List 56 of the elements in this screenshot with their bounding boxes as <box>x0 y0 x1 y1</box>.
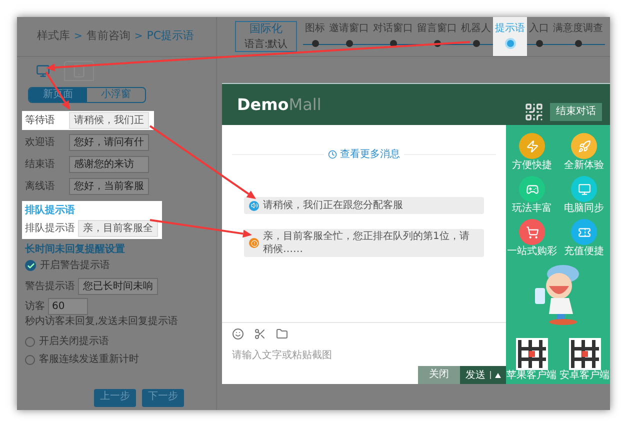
breadcrumb-separator: > <box>134 30 143 44</box>
feature-label: 玩法丰富 <box>512 202 552 215</box>
field-label: 结束语 <box>25 158 56 172</box>
radio-label: 客服连续发送重新计时 <box>39 352 139 367</box>
feature-label: 电脑同步 <box>564 202 604 215</box>
step-button[interactable]: 上一步 <box>94 389 136 407</box>
step-tab[interactable]: 提示语 <box>493 17 527 56</box>
breadcrumb-item[interactable]: 样式库 <box>37 28 70 45</box>
send-button[interactable]: 发送 <box>460 366 506 384</box>
input-field[interactable]: 亲，目前客服全 <box>78 220 158 237</box>
checkbox-label: 开启警告提示语 <box>40 258 110 273</box>
section-heading: 长时间未回复提醒设置 <box>25 242 126 257</box>
view-toggle-option[interactable]: 小浮窗 <box>87 88 145 102</box>
input-field[interactable]: 您已长时间未响 <box>78 278 158 295</box>
message-input[interactable]: 请输入文字或粘贴截图 <box>232 348 496 363</box>
language-box[interactable]: 国际化 语言:默认 <box>235 21 297 52</box>
step-button[interactable]: 下一步 <box>142 389 184 407</box>
field-label: 离线语 <box>25 180 56 194</box>
qr-code-label: 苹果客户端 <box>506 370 556 382</box>
more-messages-link[interactable]: 查看更多消息 <box>328 147 400 162</box>
end-chat-button[interactable]: 结束对话 <box>550 102 602 120</box>
step-tab[interactable]: 留言窗口 <box>415 17 459 56</box>
step-tab[interactable]: 图标 <box>303 17 327 56</box>
input-field[interactable]: 请稍候，我们正 <box>69 112 149 129</box>
breadcrumb-item[interactable]: 售前咨询 <box>86 28 130 45</box>
field-label: 欢迎语 <box>25 136 56 150</box>
field-label: 等待语 <box>25 114 56 128</box>
radio-label: 开启关闭提示语 <box>39 334 109 349</box>
step-tab[interactable]: 满意度调查 <box>551 17 605 56</box>
step-tab[interactable]: 对话窗口 <box>371 17 415 56</box>
timeout-prefix: 访客 <box>25 300 45 314</box>
step-tab[interactable]: 邀请窗口 <box>327 17 371 56</box>
feature-label: 充值便捷 <box>564 245 604 258</box>
language-subtitle: 语言:默认 <box>244 38 288 52</box>
logo-primary: Demo <box>237 94 289 116</box>
feature-label: 全新体验 <box>564 159 604 172</box>
feature-label: 方便快捷 <box>512 159 552 172</box>
feature-label: 一站式购彩 <box>507 245 557 258</box>
input-field[interactable]: 您好，请问有什 <box>69 134 149 151</box>
message-text: 亲，目前客服全忙，您正排在队列的第1位，请稍候…… <box>263 230 470 256</box>
message-text: 请稍候，我们正在跟您分配客服 <box>263 199 403 212</box>
qr-code-label: 安卓客户端 <box>560 370 610 382</box>
close-button[interactable]: 关闭 <box>418 366 460 384</box>
input-field[interactable]: 您好，当前客服 <box>69 178 149 195</box>
field-label: 排队提示语 <box>25 222 75 236</box>
breadcrumb-separator: > <box>74 30 82 44</box>
field-label: 警告提示语 <box>25 280 75 294</box>
breadcrumb-item: PC提示语 <box>146 28 194 44</box>
timeout-input[interactable]: 60 <box>48 298 88 315</box>
language-title: 国际化 <box>250 20 282 37</box>
step-tab[interactable]: 机器人 <box>459 17 493 56</box>
step-tab[interactable]: 入口 <box>527 17 551 56</box>
logo-secondary: Mall <box>288 94 322 116</box>
section-heading: 排队提示语 <box>25 204 76 218</box>
input-field[interactable]: 感谢您的来访 <box>69 156 149 173</box>
timeout-text: 秒内访客未回复,发送未回复提示语 <box>25 315 178 329</box>
